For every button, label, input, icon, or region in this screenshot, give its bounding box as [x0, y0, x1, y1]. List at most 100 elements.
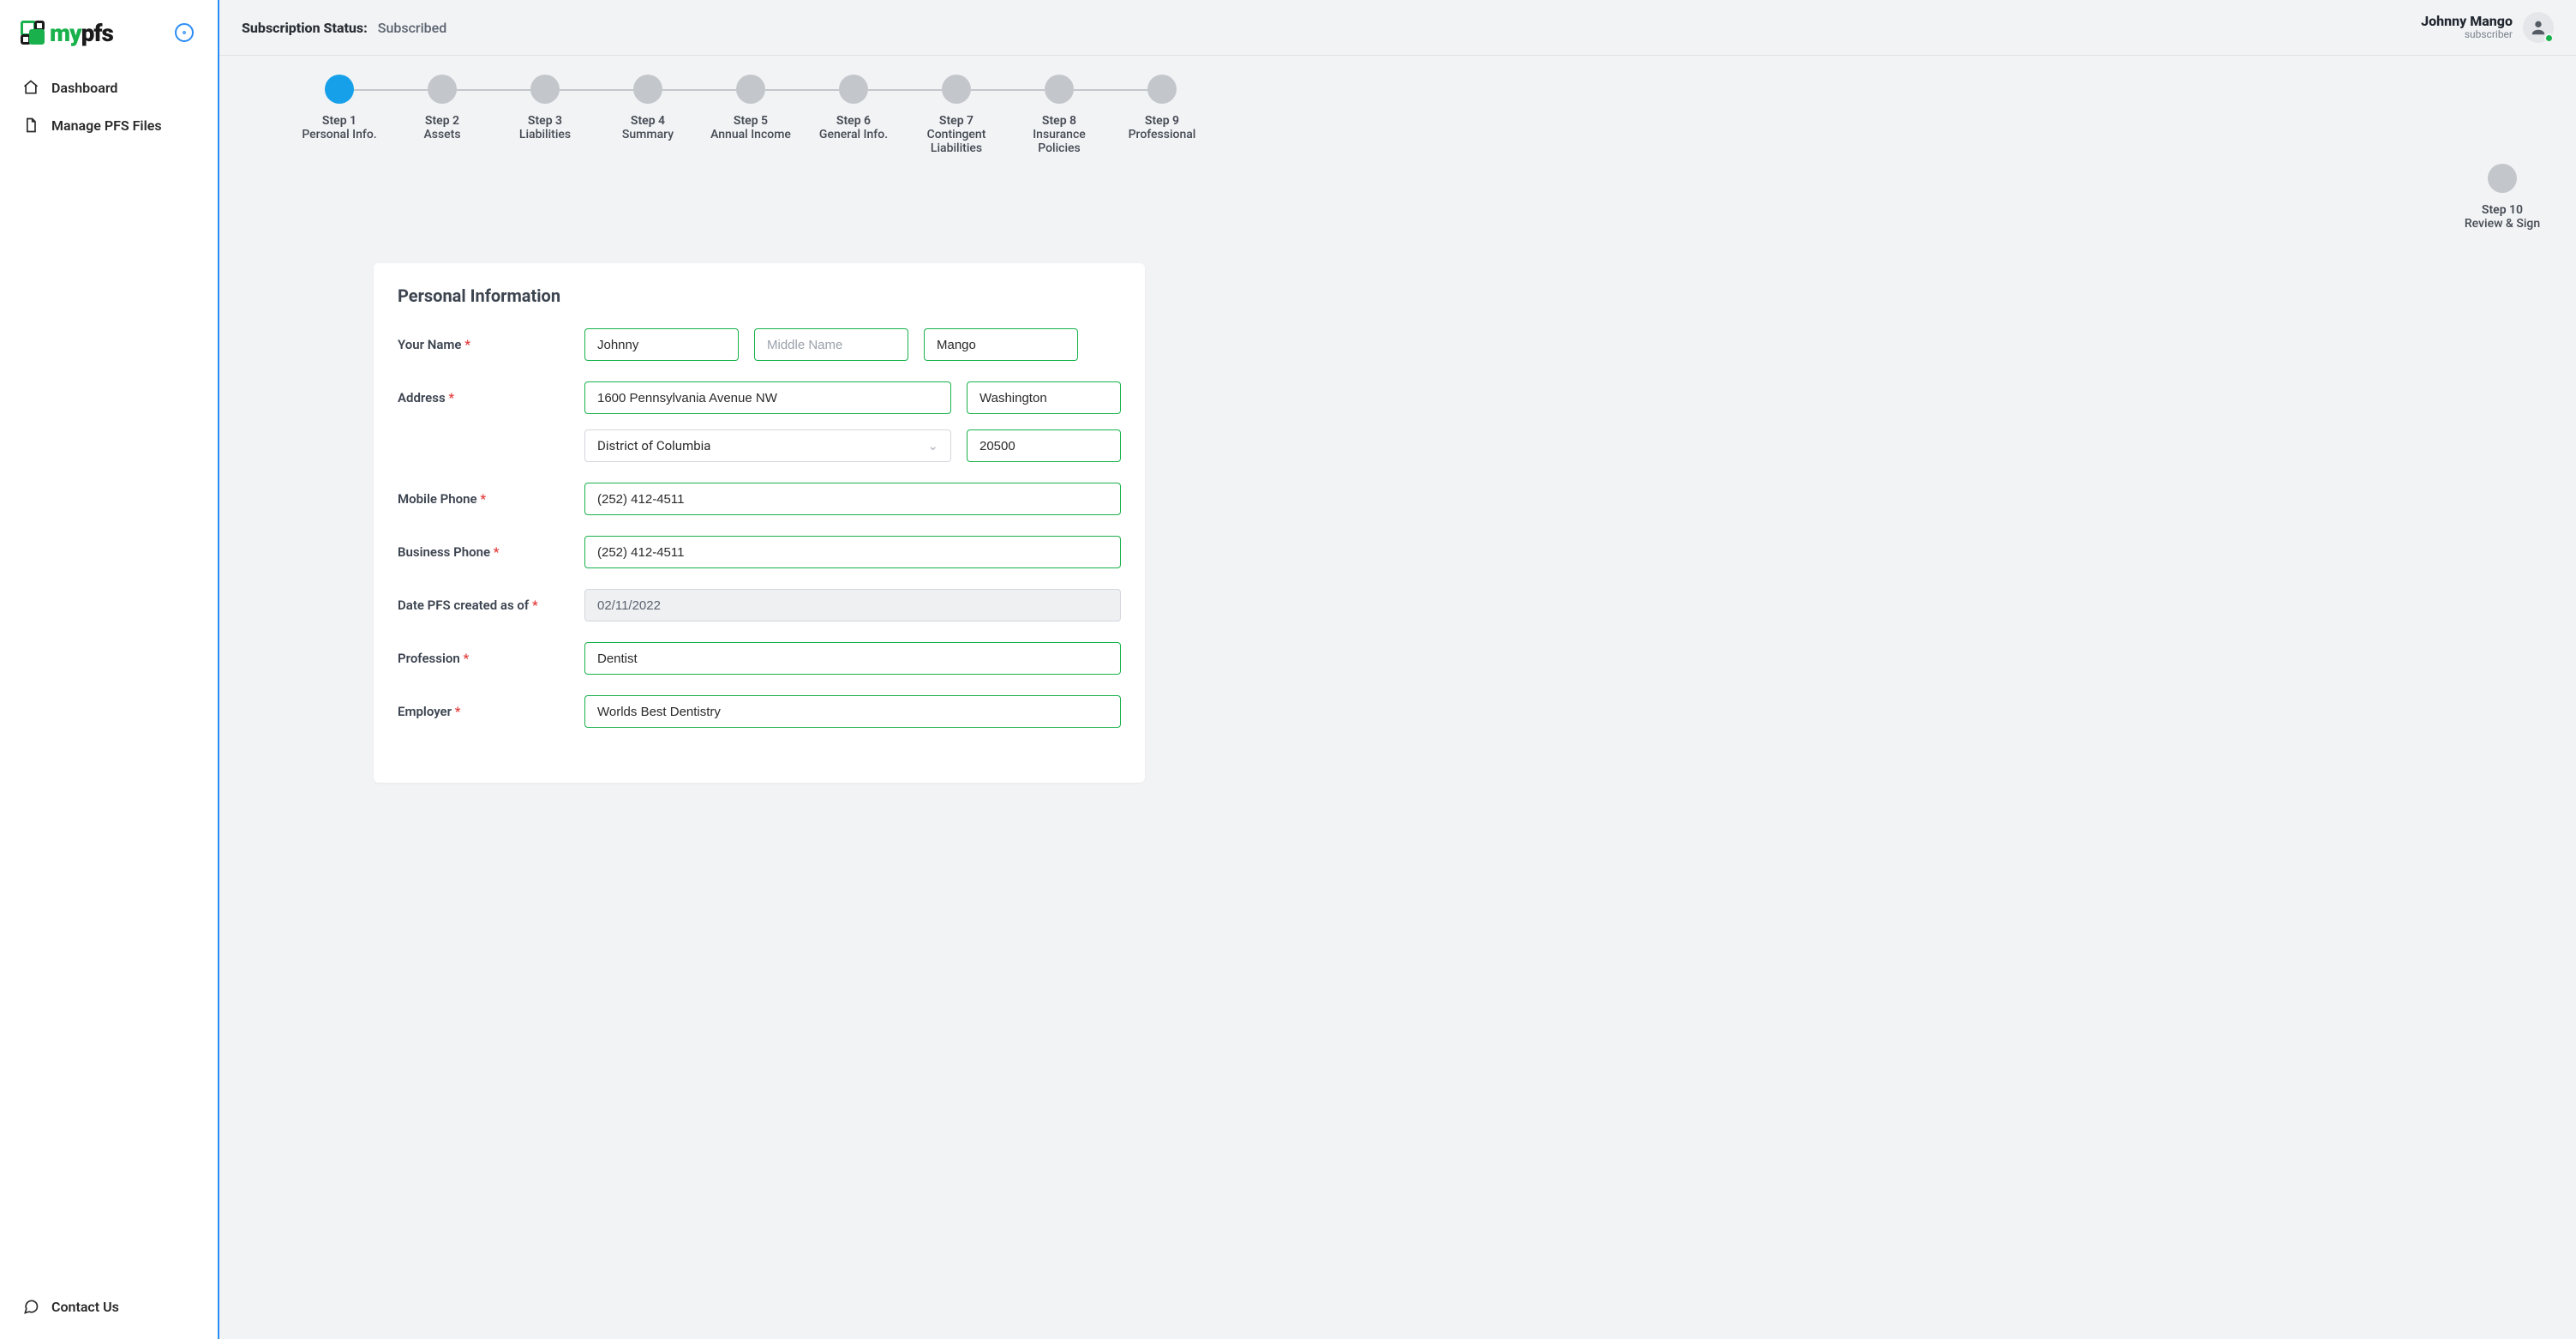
- step-title: Review & Sign: [2465, 217, 2540, 231]
- row-mobile: Mobile Phone *: [398, 483, 1121, 515]
- step-number: Step 10: [2482, 203, 2523, 217]
- label-date: Date PFS created as of *: [398, 597, 569, 613]
- stepper-step-3[interactable]: Step 3Liabilities: [494, 75, 596, 155]
- stepper-step-7[interactable]: Step 7Contingent Liabilities: [905, 75, 1008, 155]
- step-number: Step 4: [631, 114, 665, 128]
- brand-logo[interactable]: mypfs: [21, 15, 158, 50]
- step-number: Step 2: [425, 114, 459, 128]
- sidebar-item-manage-pfs[interactable]: Manage PFS Files: [10, 108, 207, 142]
- chat-icon: [22, 1298, 39, 1315]
- middle-name-input[interactable]: [754, 328, 908, 361]
- file-icon: [22, 117, 39, 134]
- stepper-step-2[interactable]: Step 2Assets: [391, 75, 494, 155]
- personal-info-card: Personal Information Your Name * Ad: [374, 263, 1145, 783]
- chevron-down-icon: ⌄: [927, 438, 938, 453]
- stepper-step-5[interactable]: Step 5Annual Income: [699, 75, 802, 155]
- main: Subscription Status: Subscribed Johnny M…: [219, 0, 2576, 1339]
- first-name-input[interactable]: [584, 328, 739, 361]
- step-title: General Info.: [819, 128, 888, 141]
- step-number: Step 9: [1145, 114, 1179, 128]
- sidebar-footer: Contact Us: [0, 1289, 218, 1324]
- step-number: Step 6: [836, 114, 871, 128]
- step-title: Assets: [423, 128, 460, 141]
- logo-text: mypfs: [50, 19, 113, 47]
- step-title: Annual Income: [710, 128, 791, 141]
- step-number: Step 5: [734, 114, 768, 128]
- step-number: Step 3: [528, 114, 562, 128]
- logo-mark-icon: [21, 21, 45, 45]
- step-circle-icon: [530, 75, 560, 104]
- sidebar-item-contact[interactable]: Contact Us: [10, 1289, 207, 1324]
- presence-dot-icon: [2544, 33, 2554, 43]
- avatar[interactable]: [2523, 12, 2554, 43]
- employer-input[interactable]: [584, 695, 1121, 728]
- user-role: subscriber: [2421, 29, 2513, 41]
- label-business: Business Phone *: [398, 544, 569, 560]
- profession-input[interactable]: [584, 642, 1121, 675]
- home-icon: [22, 79, 39, 96]
- step-circle-icon: [839, 75, 868, 104]
- step-number: Step 1: [322, 114, 356, 128]
- label-your-name: Your Name *: [398, 337, 569, 352]
- step-number: Step 8: [1042, 114, 1076, 128]
- stepper-step-6[interactable]: Step 6General Info.: [802, 75, 905, 155]
- scroll-area[interactable]: Step 1Personal Info.Step 2AssetsStep 3Li…: [219, 56, 2576, 1339]
- sidebar-item-dashboard[interactable]: Dashboard: [10, 70, 207, 105]
- step-title: Personal Info.: [302, 128, 376, 141]
- row-date: Date PFS created as of *: [398, 589, 1121, 621]
- row-employer: Employer *: [398, 695, 1121, 728]
- step-title: Liabilities: [519, 128, 571, 141]
- label-address: Address *: [398, 381, 569, 405]
- stepper-step-8[interactable]: Step 8Insurance Policies: [1008, 75, 1111, 155]
- label-mobile: Mobile Phone *: [398, 491, 569, 507]
- step-circle-icon: [1147, 75, 1177, 104]
- city-input[interactable]: [967, 381, 1121, 414]
- sidebar: mypfs Dashboard Manage PFS Files Contact…: [0, 0, 219, 1339]
- step-title: Summary: [622, 128, 674, 141]
- stepper-step-4[interactable]: Step 4Summary: [596, 75, 699, 155]
- state-select[interactable]: District of Columbia ⌄: [584, 429, 951, 462]
- step-title: Professional: [1129, 128, 1196, 141]
- subscription-value: Subscribed: [378, 20, 446, 36]
- target-icon: [180, 28, 189, 37]
- label-profession: Profession *: [398, 651, 569, 666]
- step-circle-icon: [428, 75, 457, 104]
- user-block[interactable]: Johnny Mango subscriber: [2421, 12, 2554, 43]
- row-address: Address * District of Columbia ⌄: [398, 381, 1121, 462]
- step-number: Step 7: [939, 114, 973, 128]
- street-input[interactable]: [584, 381, 951, 414]
- row-your-name: Your Name *: [398, 328, 1121, 361]
- sidebar-item-label: Contact Us: [51, 1299, 119, 1315]
- section-title: Personal Information: [398, 285, 1121, 306]
- row-profession: Profession *: [398, 642, 1121, 675]
- zip-input[interactable]: [967, 429, 1121, 462]
- step-title: Insurance Policies: [1012, 128, 1106, 155]
- step-circle-icon: [2488, 164, 2517, 193]
- stepper-step-1[interactable]: Step 1Personal Info.: [288, 75, 391, 155]
- state-value: District of Columbia: [597, 438, 710, 453]
- sidebar-item-label: Dashboard: [51, 80, 117, 96]
- mobile-phone-input[interactable]: [584, 483, 1121, 515]
- date-created-input: [584, 589, 1121, 621]
- sidebar-nav: Dashboard Manage PFS Files: [0, 65, 218, 147]
- step-circle-icon: [942, 75, 971, 104]
- logo-row: mypfs: [0, 15, 218, 65]
- last-name-input[interactable]: [924, 328, 1078, 361]
- topbar: Subscription Status: Subscribed Johnny M…: [219, 0, 2576, 56]
- step-circle-icon: [633, 75, 662, 104]
- subscription-status: Subscription Status: Subscribed: [242, 20, 446, 36]
- step-circle-icon: [1045, 75, 1074, 104]
- step-circle-icon: [325, 75, 354, 104]
- step-title: Contingent Liabilities: [909, 128, 1003, 155]
- step-circle-icon: [736, 75, 765, 104]
- user-name: Johnny Mango: [2421, 14, 2513, 29]
- row-business: Business Phone *: [398, 536, 1121, 568]
- label-employer: Employer *: [398, 704, 569, 719]
- business-phone-input[interactable]: [584, 536, 1121, 568]
- subscription-label: Subscription Status:: [242, 20, 368, 36]
- sidebar-item-label: Manage PFS Files: [51, 117, 162, 134]
- stepper-step-10[interactable]: Step 10Review & Sign: [2451, 164, 2554, 231]
- stepper-step-9[interactable]: Step 9Professional: [1111, 75, 1213, 155]
- stepper: Step 1Personal Info.Step 2AssetsStep 3Li…: [288, 75, 2554, 231]
- sidebar-collapse-button[interactable]: [175, 23, 194, 42]
